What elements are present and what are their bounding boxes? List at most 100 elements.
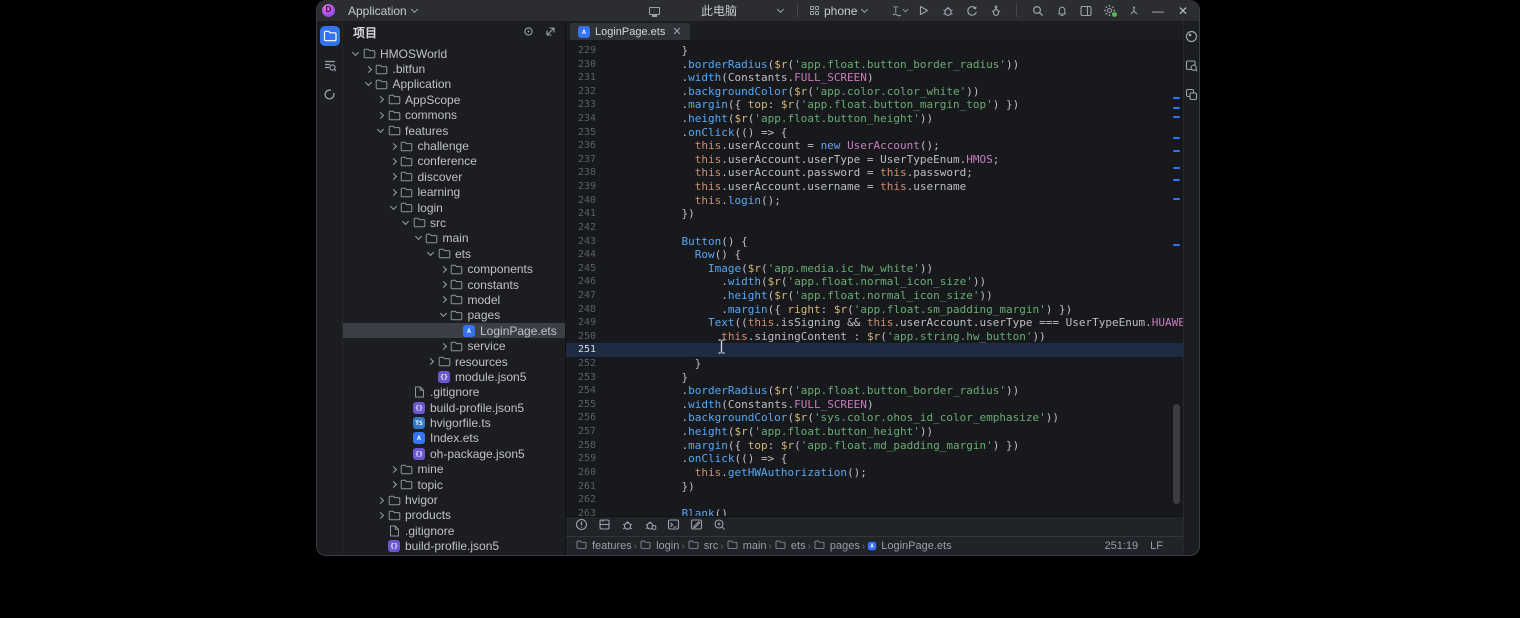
chevron-expanded-icon[interactable] [362,83,375,85]
code-line-259[interactable]: 259 .onClick(() => { [566,452,1183,466]
chevron-expanded-icon[interactable] [374,130,387,132]
close-icon[interactable]: ✕ [672,25,681,38]
find-structure-icon[interactable] [320,55,340,75]
tree-item-pages[interactable]: pages [343,308,565,323]
code-line-258[interactable]: 258 .margin({ top: $r('app.float.md_padd… [566,439,1183,453]
tree-item-discover[interactable]: discover [343,169,565,184]
tree-item-hvigorfile-ts[interactable]: TShvigorfile.ts [343,554,565,555]
inspector-icon[interactable] [1185,59,1198,77]
attach-debugger-icon[interactable] [986,2,1005,19]
code-line-247[interactable]: 247 .height($r('app.float.normal_icon_si… [566,289,1183,303]
layout-windows-icon[interactable] [1185,88,1198,106]
chevron-collapsed-icon[interactable] [374,97,387,102]
tree-item-components[interactable]: components [343,261,565,276]
code-line-231[interactable]: 231 .width(Constants.FULL_SCREEN) [566,71,1183,85]
code-line-261[interactable]: 261 }) [566,480,1183,494]
chevron-collapsed-icon[interactable] [387,174,400,179]
code-line-235[interactable]: 235 .onClick(() => { [566,126,1183,140]
tree-item-challenge[interactable]: challenge [343,138,565,153]
code-line-251[interactable]: 251 [566,343,1183,357]
debug-icon[interactable] [938,2,957,19]
code-line-238[interactable]: 238 this.userAccount.password = this.pas… [566,166,1183,180]
chevron-expanded-icon[interactable] [387,207,400,209]
breadcrumb-pages[interactable]: pages [813,539,860,553]
profiler-icon[interactable] [644,518,657,536]
tree-item--gitignore[interactable]: .gitignore [343,385,565,400]
search-icon[interactable] [1028,2,1047,19]
breadcrumb-ets[interactable]: ets [774,539,806,553]
tree-item-hvigorfile-ts[interactable]: TShvigorfile.ts [343,415,565,430]
run-icon[interactable] [914,2,933,19]
editor-scrollbar[interactable] [1173,404,1180,504]
tree-item-commons[interactable]: commons [343,108,565,123]
application-menu[interactable]: Application [344,4,421,18]
chevron-collapsed-icon[interactable] [437,282,450,287]
t-wave-icon[interactable]: T [890,2,909,19]
code-line-263[interactable]: 263 Blank() [566,507,1183,516]
tree-item-features[interactable]: features [343,123,565,138]
code-line-237[interactable]: 237 this.userAccount.userType = UserType… [566,153,1183,167]
close-button[interactable]: ✕ [1173,4,1193,18]
tree-item--gitignore[interactable]: .gitignore [343,523,565,538]
tree-item-index-ets[interactable]: AIndex.ets [343,431,565,446]
code-line-242[interactable]: 242 [566,221,1183,235]
tab-loginpage[interactable]: A LoginPage.ets ✕ [570,23,690,40]
restart-icon[interactable] [962,2,981,19]
code-line-253[interactable]: 253 } [566,371,1183,385]
code-line-233[interactable]: 233 .margin({ top: $r('app.float.button_… [566,98,1183,112]
code-line-243[interactable]: 243 Button() { [566,235,1183,249]
chevron-collapsed-icon[interactable] [387,482,400,487]
breadcrumb-features[interactable]: features [575,539,632,553]
tree-item-mine[interactable]: mine [343,462,565,477]
tree-item-appscope[interactable]: AppScope [343,92,565,107]
caret-position[interactable]: 251:19 [1105,540,1139,552]
log-icon[interactable] [598,518,611,536]
chevron-expanded-icon[interactable] [424,253,437,255]
code-line-252[interactable]: 252 } [566,357,1183,371]
tree-item-application[interactable]: Application [343,77,565,92]
chevron-collapsed-icon[interactable] [374,513,387,518]
problems-icon[interactable] [575,518,588,536]
chevron-collapsed-icon[interactable] [387,159,400,164]
app-logo-icon[interactable] [322,4,335,17]
tree-item-build-profile-json5[interactable]: {}build-profile.json5 [343,539,565,554]
module-selector[interactable]: phone [804,4,873,18]
chevron-expanded-icon[interactable] [399,222,412,224]
code-line-257[interactable]: 257 .height($r('app.float.button_height'… [566,425,1183,439]
tree-item--bitfun[interactable]: .bitfun [343,61,565,76]
tree-item-constants[interactable]: constants [343,277,565,292]
chevron-collapsed-icon[interactable] [424,359,437,364]
code-line-244[interactable]: 244 Row() { [566,248,1183,262]
inspection-icon[interactable] [713,518,726,536]
tree-item-products[interactable]: products [343,508,565,523]
settings-icon[interactable] [1100,2,1119,19]
notifications-icon[interactable] [1052,2,1071,19]
chevron-collapsed-icon[interactable] [437,267,450,272]
chevron-collapsed-icon[interactable] [374,113,387,118]
tree-item-topic[interactable]: topic [343,477,565,492]
code-line-245[interactable]: 245 Image($r('app.media.ic_hw_white')) [566,262,1183,276]
chevron-collapsed-icon[interactable] [362,67,375,72]
locate-file-icon[interactable] [522,25,535,41]
todo-icon[interactable] [690,518,703,536]
breadcrumb-main[interactable]: main [726,539,767,553]
breadcrumb-login[interactable]: login [639,539,679,553]
tree-item-login[interactable]: login [343,200,565,215]
chevron-expanded-icon[interactable] [349,53,362,55]
code-line-232[interactable]: 232 .backgroundColor($r('app.color.color… [566,85,1183,99]
previewer-icon[interactable] [1185,30,1198,48]
tree-item-conference[interactable]: conference [343,154,565,169]
code-line-234[interactable]: 234 .height($r('app.float.button_height'… [566,112,1183,126]
tree-item-hmosworld[interactable]: HMOSWorld [343,46,565,61]
layout-icon[interactable] [1076,2,1095,19]
chevron-expanded-icon[interactable] [437,314,450,316]
code-line-236[interactable]: 236 this.userAccount = new UserAccount()… [566,139,1183,153]
code-line-240[interactable]: 240 this.login(); [566,194,1183,208]
commit-ring-icon[interactable] [320,84,340,104]
tree-item-service[interactable]: service [343,338,565,353]
debug-tool-icon[interactable] [621,518,634,536]
tree-item-oh-package-json5[interactable]: {}oh-package.json5 [343,446,565,461]
minimize-button[interactable]: — [1148,4,1168,18]
tree-item-ets[interactable]: ets [343,246,565,261]
tree-item-loginpage-ets[interactable]: ALoginPage.ets [343,323,565,338]
